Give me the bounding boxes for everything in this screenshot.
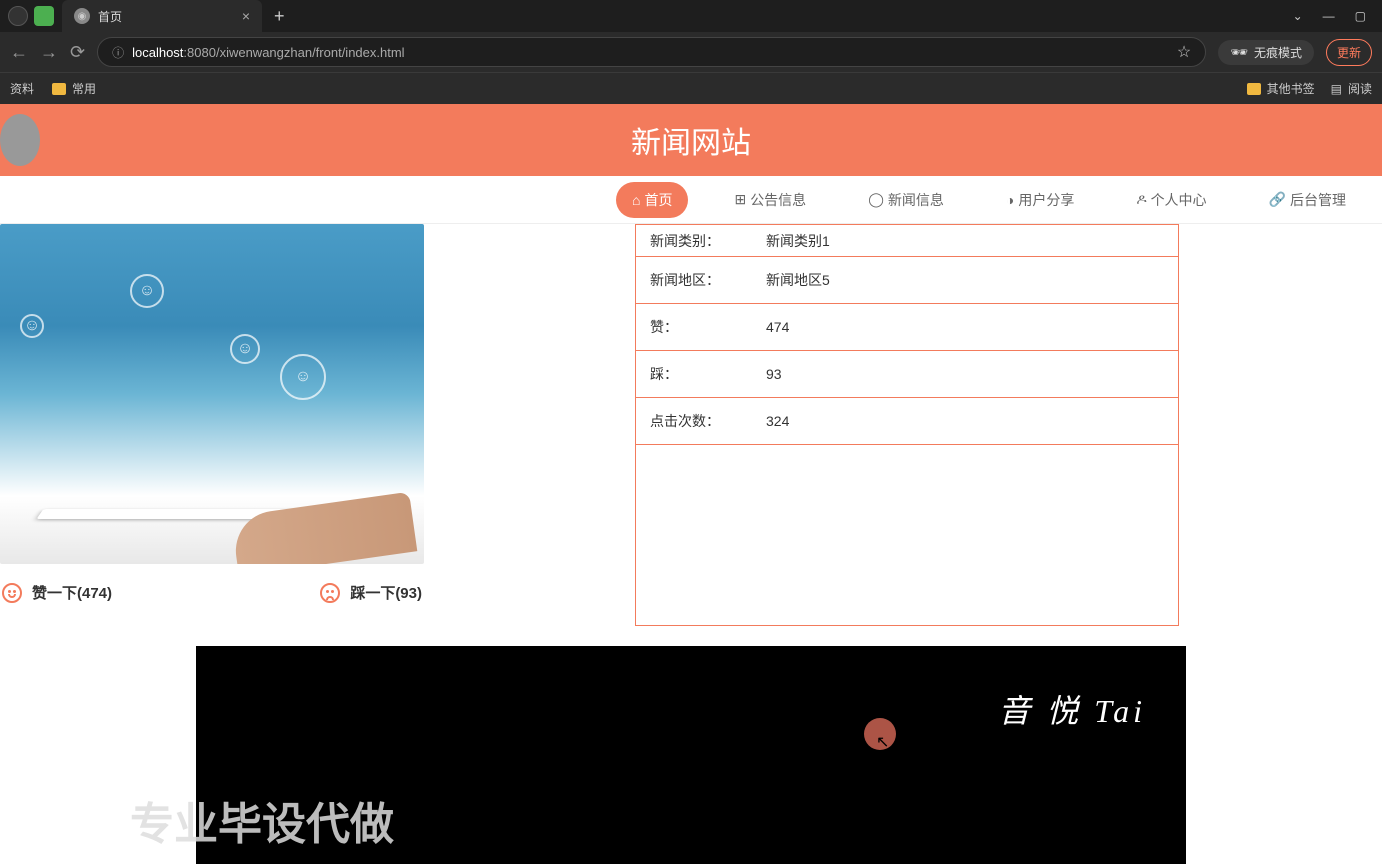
nav-news[interactable]: ◯ 新闻信息: [852, 182, 960, 218]
nav-personal[interactable]: ዶ 个人中心: [1120, 182, 1222, 218]
folder-icon: [52, 83, 66, 95]
page-content: 新闻网站 ⌂ 首页 ⊞ 公告信息 ◯ 新闻信息 ◑ 用户分享 ዶ 个人中心 🔗 …: [0, 104, 1382, 864]
clicks-label: 点击次数：: [650, 411, 766, 431]
new-tab-button[interactable]: +: [262, 6, 297, 27]
folder-icon: [1247, 83, 1261, 95]
tab-app-icon-2[interactable]: [34, 6, 54, 26]
video-logo: 音 悦 Tai: [998, 686, 1146, 732]
nav-admin[interactable]: 🔗 后台管理: [1253, 182, 1362, 218]
url-path: :8080/xiwenwangzhan/front/index.html: [183, 45, 404, 60]
reactions-row: 赞一下(474) 踩一下(93): [0, 564, 424, 621]
dislikes-label: 踩：: [650, 364, 766, 384]
main-nav: ⌂ 首页 ⊞ 公告信息 ◯ 新闻信息 ◑ 用户分享 ዶ 个人中心 🔗 后台管理: [0, 176, 1382, 224]
site-info-icon[interactable]: ⓘ: [112, 44, 124, 61]
reload-icon[interactable]: ⟳: [70, 42, 85, 63]
site-header: 新闻网站: [0, 104, 1382, 176]
url-text: localhost:8080/xiwenwangzhan/front/index…: [132, 45, 404, 60]
user-icon: ዶ: [1136, 191, 1146, 208]
info-row-likes: 赞： 474: [636, 304, 1178, 351]
info-row-dislikes: 踩： 93: [636, 351, 1178, 398]
site-title: 新闻网站: [631, 118, 751, 162]
browser-chrome: ◉ 首页 × + ⌄ — ▢ ← → ⟳ ⓘ localhost:8080/xi…: [0, 0, 1382, 104]
like-button[interactable]: 赞一下(474): [2, 582, 112, 603]
grid-icon: ⊞: [734, 191, 746, 208]
frown-icon: [320, 583, 340, 603]
dropdown-icon[interactable]: ⌄: [1293, 9, 1303, 23]
clicks-value: 324: [766, 413, 789, 429]
reading-list[interactable]: ▤ 阅读: [1331, 80, 1372, 97]
info-row-clicks: 点击次数： 324: [636, 398, 1178, 445]
bookmark-bar: 资料 常用 其他书签 ▤ 阅读: [0, 72, 1382, 104]
nav-home[interactable]: ⌂ 首页: [616, 182, 688, 218]
address-bar[interactable]: ⓘ localhost:8080/xiwenwangzhan/front/ind…: [97, 37, 1206, 67]
list-icon: ▤: [1331, 82, 1342, 96]
tab-app-icon-1[interactable]: [8, 6, 28, 26]
address-row: ← → ⟳ ⓘ localhost:8080/xiwenwangzhan/fro…: [0, 32, 1382, 72]
tab-strip: ◉ 首页 × + ⌄ — ▢: [0, 0, 1382, 32]
incognito-badge[interactable]: 🕶 无痕模式: [1218, 40, 1314, 65]
watermark-text: 专业毕设代做: [130, 788, 394, 852]
share-icon: ◑: [1006, 192, 1014, 208]
likes-label: 赞：: [650, 317, 766, 337]
back-icon[interactable]: ←: [10, 42, 28, 63]
tab-close-icon[interactable]: ×: [242, 8, 250, 24]
info-row-category: 新闻类别： 新闻类别1: [636, 225, 1178, 257]
maximize-icon[interactable]: ▢: [1355, 9, 1366, 23]
incognito-icon: 🕶: [1230, 44, 1248, 61]
category-label: 新闻类别：: [650, 231, 766, 251]
dislikes-value: 93: [766, 366, 782, 382]
info-row-region: 新闻地区： 新闻地区5: [636, 257, 1178, 304]
region-value: 新闻地区5: [766, 270, 830, 290]
browser-tab[interactable]: ◉ 首页 ×: [62, 0, 262, 32]
like-text: 赞一下(474): [32, 582, 112, 603]
dislike-button[interactable]: 踩一下(93): [320, 582, 422, 603]
article-image: ☺ ☺ ☺ ☺: [0, 224, 424, 564]
bookmark-star-icon[interactable]: ☆: [1177, 42, 1191, 62]
info-table: 新闻类别： 新闻类别1 新闻地区： 新闻地区5 赞： 474 踩： 93: [635, 224, 1179, 626]
category-value: 新闻类别1: [766, 231, 830, 251]
info-row-content: [636, 445, 1178, 625]
nav-share[interactable]: ◑ 用户分享: [990, 182, 1090, 218]
window-controls: ⌄ — ▢: [1277, 9, 1382, 23]
url-host: localhost: [132, 45, 183, 60]
other-bookmarks[interactable]: 其他书签: [1247, 80, 1315, 97]
tab-favicon-icon: ◉: [74, 8, 90, 24]
dislike-text: 踩一下(93): [350, 582, 422, 603]
bookmark-item-2[interactable]: 常用: [52, 80, 96, 97]
update-button[interactable]: 更新: [1326, 39, 1372, 66]
forward-icon[interactable]: →: [40, 42, 58, 63]
link-icon: 🔗: [1269, 191, 1286, 208]
user-avatar[interactable]: [0, 114, 40, 166]
region-label: 新闻地区：: [650, 270, 766, 290]
circle-icon: ◯: [868, 191, 884, 208]
nav-notice[interactable]: ⊞ 公告信息: [718, 182, 822, 218]
bookmark-item-1[interactable]: 资料: [10, 80, 34, 97]
home-icon: ⌂: [632, 192, 640, 208]
tab-title: 首页: [98, 8, 234, 25]
incognito-label: 无痕模式: [1254, 44, 1302, 61]
minimize-icon[interactable]: —: [1323, 9, 1335, 23]
likes-value: 474: [766, 319, 789, 335]
smile-icon: [2, 583, 22, 603]
